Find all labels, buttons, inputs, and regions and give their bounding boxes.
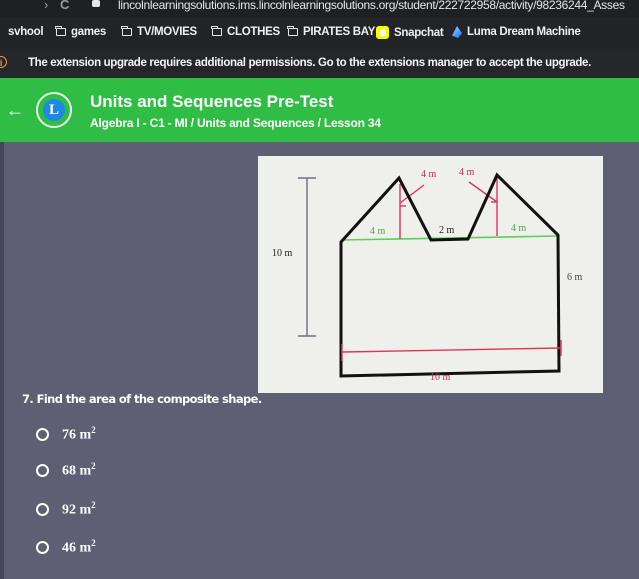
answer-option[interactable]: 92 m2 [36, 500, 96, 519]
radio-button[interactable] [36, 427, 49, 441]
bookmark-label: svhool [8, 26, 44, 38]
answer-option[interactable]: 76 m2 [36, 425, 96, 444]
luma-icon [452, 26, 462, 38]
bookmark-label: Luma Dream Machine [467, 26, 581, 38]
bookmark-label: CLOTHES [227, 26, 280, 38]
bookmark-snapchat[interactable]: Snapchat [376, 26, 444, 39]
bookmark-label: TV/MOVIES [137, 26, 197, 38]
course-logo: L [36, 92, 72, 128]
question-number: 7. [22, 392, 34, 406]
radio-button[interactable] [36, 463, 49, 477]
answer-option[interactable]: 68 m2 [36, 461, 96, 480]
width-dimension [341, 340, 562, 361]
bookmark-label: PIRATES BAY [303, 26, 376, 38]
folder-icon [121, 26, 132, 36]
option-label: 92 m2 [62, 500, 96, 518]
question-prompt: 7. Find the area of the composite shape. [22, 392, 262, 406]
option-label: 46 m2 [62, 538, 96, 556]
info-icon: i [0, 56, 7, 68]
label-base-left: 4 m [370, 226, 386, 237]
diagram-svg: 4 m 4 m 4 m 2 m 4 m 10 m 6 m 10 m [272, 167, 583, 383]
forward-icon[interactable]: › [44, 0, 48, 12]
question-text: Find the area of the composite shape. [36, 392, 263, 406]
label-slant-left: 4 m [421, 169, 437, 180]
label-rect-height: 6 m [567, 272, 583, 283]
label-gap: 2 m [439, 225, 455, 236]
label-slant-right: 4 m [459, 167, 475, 178]
lesson-header: ← L Units and Sequences Pre-Test Algebra… [0, 78, 639, 142]
bookmark-tv-movies[interactable]: TV/MOVIES [121, 26, 197, 38]
answer-option[interactable]: 46 m2 [36, 538, 96, 557]
radio-button[interactable] [36, 502, 49, 516]
page-title: Units and Sequences Pre-Test [90, 92, 334, 111]
notice-message: The extension upgrade requires additiona… [28, 57, 591, 69]
back-arrow-icon[interactable]: ← [6, 100, 24, 121]
folder-icon [211, 26, 222, 36]
page-edge-shadow [0, 142, 4, 579]
label-total-height: 10 m [272, 248, 293, 259]
bookmark-label: games [71, 26, 106, 38]
lock-icon [92, 0, 100, 7]
browser-address-bar: › C lincolnlearningsolutions.ims.lincoln… [0, 0, 639, 18]
label-width: 10 m [430, 372, 451, 383]
breadcrumb: Algebra I - C1 - MI / Units and Sequence… [90, 116, 381, 130]
bookmark-luma-dream-machine[interactable]: Luma Dream Machine [452, 26, 581, 38]
extension-notice-bar: i The extension upgrade requires additio… [0, 50, 639, 78]
radio-button[interactable] [36, 540, 49, 554]
folder-icon [287, 26, 298, 36]
reload-icon[interactable]: C [60, 0, 69, 12]
option-label: 68 m2 [62, 461, 96, 479]
snapchat-icon [376, 26, 389, 39]
bookmark-label: Snapchat [394, 26, 444, 39]
composite-shape-diagram: 4 m 4 m 4 m 2 m 4 m 10 m 6 m 10 m [258, 156, 603, 393]
bookmark-clothes[interactable]: CLOTHES [211, 26, 280, 38]
logo-letter: L [43, 99, 65, 121]
label-base-right: 4 m [511, 223, 527, 234]
total-height-dimension [298, 177, 316, 337]
shape-outline [339, 172, 561, 378]
folder-icon [55, 26, 66, 36]
option-label: 76 m2 [62, 425, 96, 443]
bookmark-pirates-bay[interactable]: PIRATES BAY [287, 26, 376, 38]
bookmark-games[interactable]: games [55, 26, 106, 38]
bookmark-svhool[interactable]: svhool [8, 26, 44, 38]
bookmarks-bar: svhool games TV/MOVIES CLOTHES PIRATES B… [0, 18, 639, 50]
url-field[interactable]: lincolnlearningsolutions.ims.lincolnlear… [118, 0, 625, 12]
